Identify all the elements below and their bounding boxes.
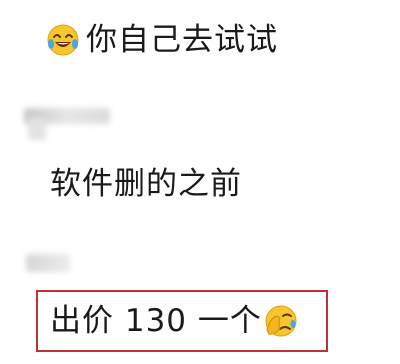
facepalm-emoji-icon bbox=[264, 304, 298, 338]
chat-message-text: 出价 130 一个 bbox=[50, 303, 262, 339]
chat-message-text: 你自己去试试 bbox=[86, 22, 278, 58]
chat-message-1: 你自己去试试 bbox=[46, 20, 278, 60]
chat-message-3: 出价 130 一个 bbox=[50, 301, 298, 341]
chat-message-text: 软件删的之前 bbox=[50, 166, 242, 202]
blurred-avatar bbox=[28, 118, 46, 140]
blurred-username bbox=[26, 254, 70, 272]
laughing-tears-emoji-icon bbox=[46, 23, 80, 57]
chat-message-2: 软件删的之前 bbox=[50, 164, 242, 204]
